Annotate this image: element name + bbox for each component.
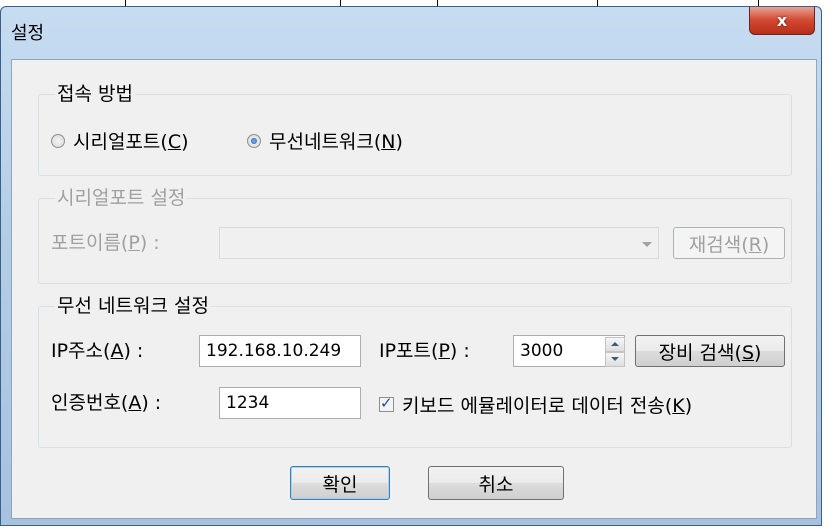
spin-down-icon[interactable] xyxy=(605,352,625,367)
serial-settings-title: 시리얼포트 설정 xyxy=(55,186,188,210)
port-name-combobox[interactable] xyxy=(219,227,659,259)
device-search-label: 장비 검색(S) xyxy=(658,341,762,364)
radio-serial-circle[interactable] xyxy=(51,133,65,148)
radio-wireless-label: 무선네트워크(N) xyxy=(269,131,403,153)
ip-address-input[interactable]: 192.168.10.249 xyxy=(199,335,361,367)
dialog-title: 설정 xyxy=(11,23,45,44)
keyboard-emulator-check[interactable] xyxy=(379,394,394,412)
ip-port-label: IP포트(P) : xyxy=(379,340,470,362)
ok-button[interactable]: 확인 xyxy=(290,466,390,500)
radio-serial-port[interactable]: 시리얼포트(C) xyxy=(51,127,189,154)
radio-wireless-network[interactable]: 무선네트워크(N) xyxy=(247,127,403,154)
radio-serial-label: 시리얼포트(C) xyxy=(73,131,189,153)
chevron-down-icon xyxy=(642,242,652,247)
serial-settings-group: 시리얼포트 설정 포트이름(P) : 재검색(R) xyxy=(38,186,792,284)
spin-up-icon[interactable] xyxy=(605,337,625,352)
cancel-button[interactable]: 취소 xyxy=(428,466,564,500)
radio-wireless-circle[interactable] xyxy=(247,133,261,148)
close-icon: x xyxy=(776,11,788,30)
device-search-button[interactable]: 장비 검색(S) xyxy=(635,335,785,367)
connection-method-title: 접속 방법 xyxy=(55,82,135,106)
rescan-label: 재검색(R) xyxy=(688,233,770,256)
rescan-button[interactable]: 재검색(R) xyxy=(673,227,785,259)
port-spinner[interactable] xyxy=(605,337,625,367)
wireless-settings-title: 무선 네트워크 설정 xyxy=(55,294,211,318)
connection-method-group: 접속 방법 시리얼포트(C) 무선네트워크(N) xyxy=(38,82,792,176)
close-button[interactable]: x xyxy=(749,7,815,35)
dialog-body: 접속 방법 시리얼포트(C) 무선네트워크(N) 시리얼포트 설정 포트이름(P… xyxy=(11,59,817,519)
ip-address-label: IP주소(A) : xyxy=(51,340,144,362)
auth-number-label: 인증번호(A) : xyxy=(51,392,162,414)
auth-number-input[interactable]: 1234 xyxy=(219,387,361,419)
keyboard-emulator-label: 키보드 에뮬레이터로 데이터 전송(K) xyxy=(402,395,693,417)
wireless-settings-group: 무선 네트워크 설정 IP주소(A) : 192.168.10.249 IP포트… xyxy=(38,294,792,448)
settings-dialog: 설정 x 접속 방법 시리얼포트(C) 무선네트워크(N) 시리얼포트 설정 포… xyxy=(0,6,822,526)
port-name-label: 포트이름(P) : xyxy=(51,232,160,254)
keyboard-emulator-checkbox[interactable]: 키보드 에뮬레이터로 데이터 전송(K) xyxy=(379,391,692,418)
